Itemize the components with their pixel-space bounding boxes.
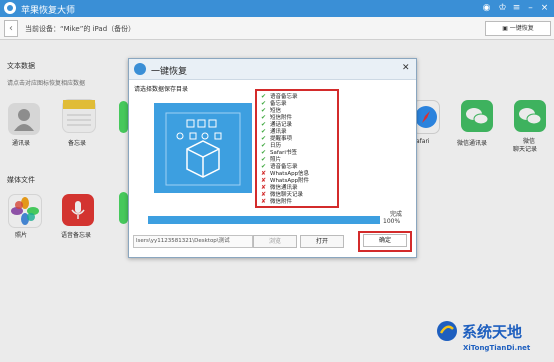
close-icon[interactable]: × — [539, 2, 550, 14]
cross-icon: ✘ — [261, 170, 267, 177]
restore-items-list: ✔ 语音备忘录 ✔ 备忘录 ✔ 短信 ✔ 短信附件 ✔ 通话记录 ✔ 通讯录 ✔ 提醒事项 ✔… — [255, 89, 339, 208]
restore-icon: ▣ — [502, 25, 510, 32]
check-icon: ✔ — [261, 149, 267, 156]
confirm-button[interactable]: 确定 — [363, 234, 407, 247]
list-item: ✔ 短信 — [261, 107, 281, 114]
list-item: ✘ 微信聊天记录 — [261, 191, 303, 198]
minimize-icon[interactable]: – — [525, 2, 536, 14]
open-button[interactable]: 打开 — [300, 235, 344, 248]
check-icon: ✔ — [261, 156, 267, 163]
one-key-restore-label: 一键恢复 — [509, 25, 534, 32]
dialog-title: 一键恢复 — [151, 67, 188, 77]
list-item: ✔ 通讯录 — [261, 128, 287, 135]
restore-dialog: 一键恢复 ✕ 请选择数据保存目录 ✔ 语音备忘录 ✔ 备忘录 ✔ 短信 ✔ 短信附件 ✔… — [128, 58, 417, 258]
app-title: 苹果恢复大师 — [21, 6, 76, 16]
progress-percent: 100% — [383, 218, 401, 225]
list-item: ✔ 日历 — [261, 142, 281, 149]
weibo-icon[interactable]: ◉ — [481, 2, 492, 14]
one-key-restore-button[interactable]: ▣ 一键恢复 — [485, 21, 551, 36]
list-item: ✘ WhatsApp信息 — [261, 170, 309, 177]
progress-bar — [148, 216, 380, 224]
check-icon: ✔ — [261, 128, 267, 135]
shirt-icon[interactable]: ♔ — [497, 2, 508, 14]
list-item: ✔ 通话记录 — [261, 121, 292, 128]
list-item: ✔ 语音备忘录 — [261, 163, 298, 170]
watermark-url: XiTongTianDi.net — [463, 344, 531, 352]
check-icon: ✔ — [261, 107, 267, 114]
dialog-close-icon[interactable]: ✕ — [402, 63, 410, 73]
list-item: ✔ Safari书签 — [261, 149, 297, 156]
menu-icon[interactable]: ≡ — [511, 2, 522, 14]
list-item-label: 微信附件 — [270, 199, 293, 205]
cross-icon: ✘ — [261, 198, 267, 205]
device-label: 当前设备：“Mike”的 iPad（备份） — [25, 25, 136, 33]
check-icon: ✔ — [261, 121, 267, 128]
browse-button[interactable]: 浏览 — [253, 235, 297, 248]
list-item: ✔ 备忘录 — [261, 100, 287, 107]
dialog-logo-icon — [134, 63, 146, 75]
check-icon: ✔ — [261, 142, 267, 149]
list-item: ✔ 提醒事项 — [261, 135, 292, 142]
list-item: ✔ 照片 — [261, 156, 281, 163]
save-path-input[interactable]: lsers\yy1123581321\Desktop\测试 — [133, 235, 253, 248]
cross-icon: ✘ — [261, 191, 267, 198]
list-item: ✔ 语音备忘录 — [261, 93, 298, 100]
cross-icon: ✘ — [261, 177, 267, 184]
dialog-header: 一键恢复 ✕ — [129, 59, 416, 80]
app-logo-icon — [4, 2, 16, 14]
toolbar: ‹ 当前设备：“Mike”的 iPad（备份） ▣ 一键恢复 — [0, 17, 554, 40]
check-icon: ✔ — [261, 100, 267, 107]
check-icon: ✔ — [261, 135, 267, 142]
check-icon: ✔ — [261, 163, 267, 170]
cross-icon: ✘ — [261, 184, 267, 191]
list-item: ✘ 微信附件 — [261, 198, 292, 205]
dialog-prompt: 请选择数据保存目录 — [134, 86, 189, 93]
status-text: 完成 — [390, 211, 403, 218]
check-icon: ✔ — [261, 114, 267, 121]
back-button[interactable]: ‹ — [4, 20, 18, 37]
list-item: ✘ 微信通讯录 — [261, 184, 298, 191]
list-item: ✘ WhatsApp附件 — [261, 177, 309, 184]
watermark-logo-icon — [436, 320, 458, 342]
title-bar: 苹果恢复大师 ◉ ♔ ≡ – × — [0, 0, 554, 17]
check-icon: ✔ — [261, 93, 267, 100]
chevron-left-icon: ‹ — [9, 23, 13, 34]
watermark-title: 系统天地 — [462, 323, 523, 341]
restore-illustration — [154, 103, 252, 193]
progress-fill — [148, 216, 380, 224]
list-item: ✔ 短信附件 — [261, 114, 292, 121]
